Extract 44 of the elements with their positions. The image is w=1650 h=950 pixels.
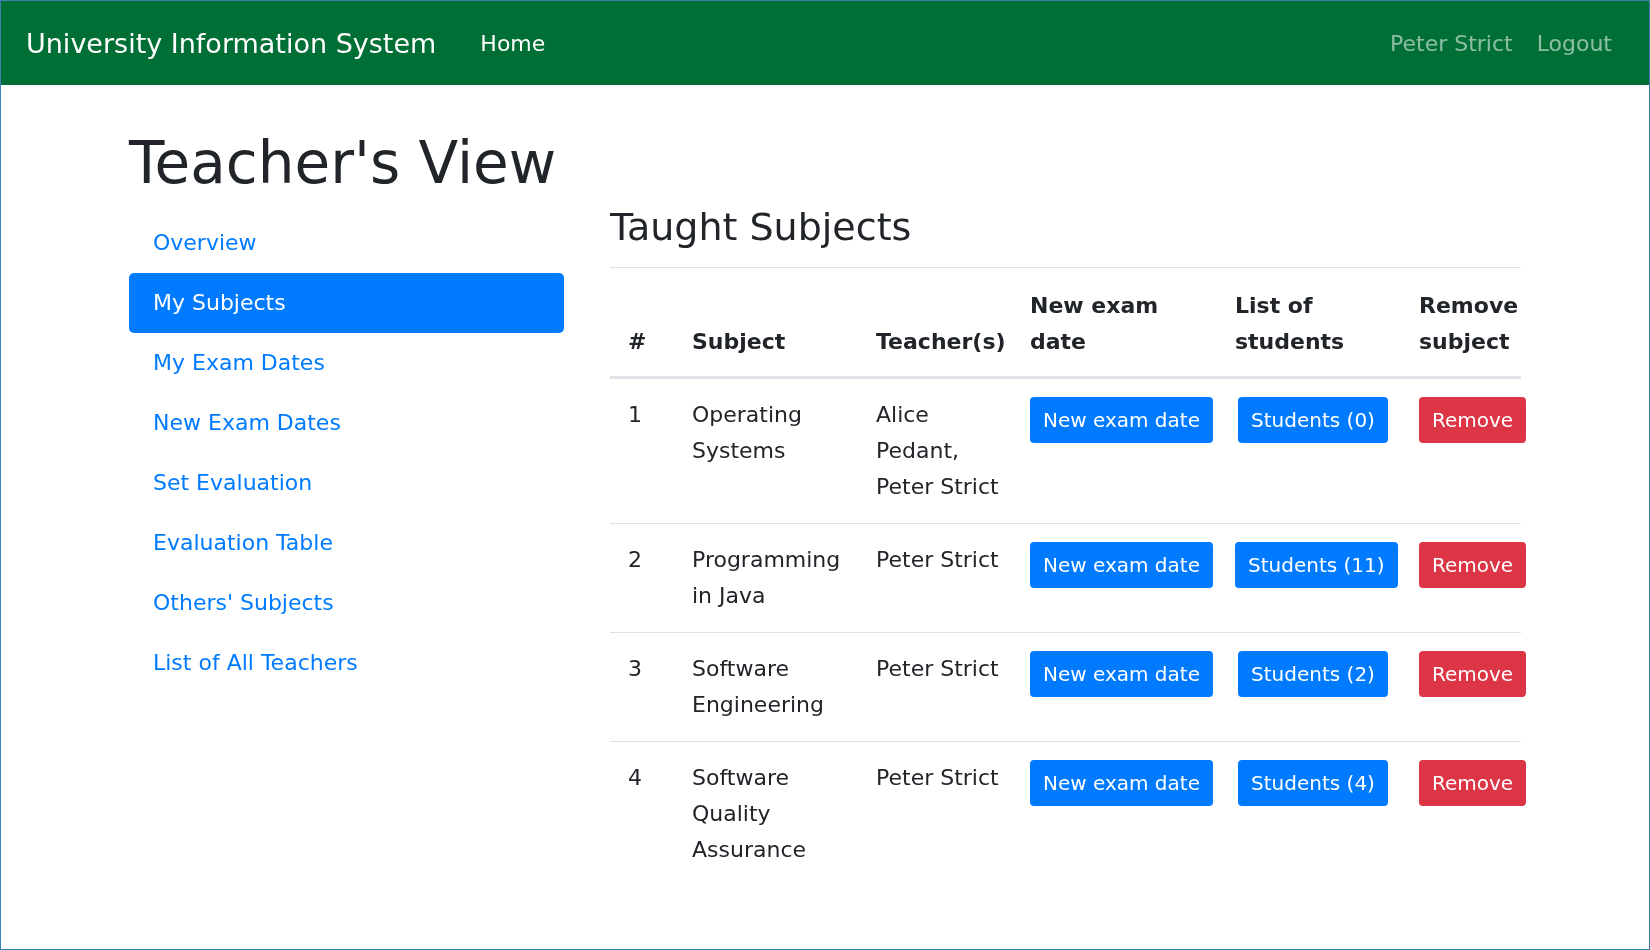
new-exam-date-button[interactable]: New exam date (1030, 541, 1213, 588)
section-title: Taught Subjects (610, 204, 1521, 268)
table-cell: Software Quality Assurance (692, 764, 807, 862)
column-header: New exam date (1030, 292, 1159, 354)
sidebar-item[interactable]: Evaluation Table (129, 512, 564, 573)
column-header: List of students (1235, 292, 1345, 354)
column-header: Subject (692, 328, 786, 354)
table-cell: Programming in Java (692, 546, 841, 608)
sidebar-item[interactable]: Overview (129, 212, 564, 273)
sidebar-item[interactable]: Others' Subjects (129, 572, 564, 633)
table-cell: Peter Strict (876, 546, 999, 572)
students-button[interactable]: Students (0) (1238, 396, 1388, 443)
table-cell: 4 (628, 764, 642, 790)
brand-link[interactable]: University Information System (26, 27, 437, 59)
remove-button[interactable]: Remove (1419, 650, 1527, 697)
column-header: Remove subject (1419, 292, 1519, 354)
students-button[interactable]: Students (11) (1235, 541, 1398, 588)
new-exam-date-button[interactable]: New exam date (1030, 759, 1213, 806)
table-cell: Alice Pedant, Peter Strict (876, 401, 999, 499)
page-title: Teacher's View (129, 129, 558, 199)
remove-button[interactable]: Remove (1419, 759, 1527, 806)
column-header: # (628, 328, 647, 354)
home-link[interactable]: Home (468, 30, 558, 56)
table-cell: Peter Strict (876, 655, 999, 681)
table-cell: Software Engineering (692, 655, 824, 717)
table-cell: Operating Systems (692, 401, 802, 463)
sidebar-item[interactable]: Set Evaluation (129, 452, 564, 513)
students-button[interactable]: Students (4) (1238, 759, 1388, 806)
table-cell: Peter Strict (876, 764, 999, 790)
logout-link[interactable]: Logout (1524, 30, 1624, 56)
column-header: Teacher(s) (876, 328, 1006, 354)
students-button[interactable]: Students (2) (1238, 650, 1388, 697)
new-exam-date-button[interactable]: New exam date (1030, 396, 1213, 443)
sidebar-item[interactable]: New Exam Dates (129, 392, 564, 453)
table-cell: 1 (628, 401, 642, 427)
sidebar-item[interactable]: My Exam Dates (129, 332, 564, 393)
new-exam-date-button[interactable]: New exam date (1030, 650, 1213, 697)
remove-button[interactable]: Remove (1419, 541, 1527, 588)
table-cell: 3 (628, 655, 642, 681)
sidebar-item[interactable]: List of All Teachers (129, 632, 564, 693)
sidebar-item[interactable]: My Subjects (129, 272, 564, 333)
user-link[interactable]: Peter Strict (1378, 30, 1525, 56)
remove-button[interactable]: Remove (1419, 396, 1527, 443)
table-cell: 2 (628, 546, 642, 572)
